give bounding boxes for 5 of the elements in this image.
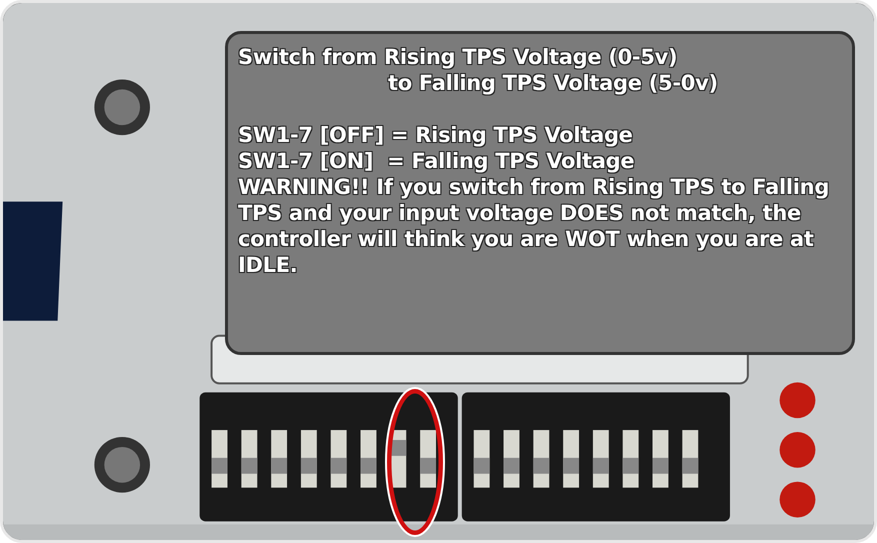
setting-line: SW1-7 [ON] = Falling TPS Voltage: [238, 148, 636, 174]
setting-line: SW1-7 [OFF] = Rising TPS Voltage: [238, 122, 634, 148]
tooltip-title: to Falling TPS Voltage (5-0v): [387, 70, 719, 96]
tooltip-title: Switch from Rising TPS Voltage (0-5v): [238, 44, 678, 70]
warning-text: WARNING!! If you switch from Rising TPS to Falling TPS and your input voltage DOES not match, the controller will think you are WOT when you are at IDLE.: [238, 174, 830, 278]
